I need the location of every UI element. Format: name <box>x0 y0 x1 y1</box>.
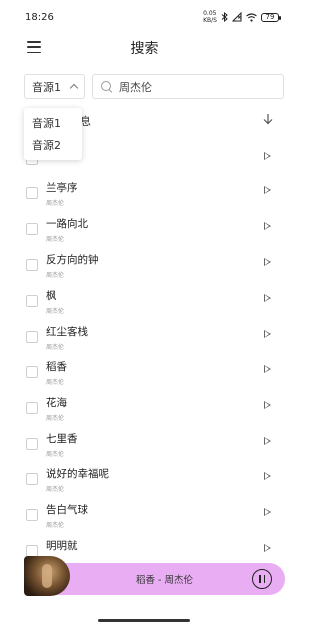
source-option-2[interactable]: 音源2 <box>24 135 82 157</box>
download-icon[interactable] <box>262 113 274 125</box>
play-icon[interactable] <box>264 472 271 480</box>
network-speed: 0.05 KB/S <box>203 10 217 24</box>
song-row[interactable]: 兰亭序 周杰伦 <box>0 180 289 214</box>
no-sim-icon <box>232 12 242 22</box>
song-row[interactable]: 告白气球 周杰伦 <box>0 502 289 536</box>
status-time: 18:26 <box>25 11 54 23</box>
song-title: 反方向的钟 <box>46 254 99 266</box>
play-icon[interactable] <box>264 330 271 338</box>
song-title: 一路向北 <box>46 218 88 230</box>
top-bar: 搜索 <box>0 34 289 60</box>
song-checkbox[interactable] <box>26 366 38 378</box>
play-icon[interactable] <box>264 222 271 230</box>
song-artist: 周杰伦 <box>46 308 65 315</box>
song-artist: 周杰伦 <box>46 200 65 207</box>
song-title: 告白气球 <box>46 504 88 516</box>
pause-icon <box>259 575 261 583</box>
song-title: 花海 <box>46 397 67 409</box>
network-speed-unit: KB/S <box>203 17 217 24</box>
wifi-icon <box>246 12 257 22</box>
home-indicator[interactable] <box>98 619 190 622</box>
song-artist: 周杰伦 <box>46 522 65 529</box>
source-option-1[interactable]: 音源1 <box>24 113 82 135</box>
song-title: 兰亭序 <box>46 182 78 194</box>
song-row[interactable]: 枫 周杰伦 <box>0 288 289 322</box>
status-bar: 18:26 0.05 KB/S 79 <box>0 0 289 34</box>
song-checkbox[interactable] <box>26 331 38 343</box>
play-icon[interactable] <box>264 401 271 409</box>
song-row[interactable]: 七里香 周杰伦 <box>0 431 289 465</box>
song-checkbox[interactable] <box>26 187 38 199</box>
network-speed-value: 0.05 <box>203 10 217 17</box>
play-icon[interactable] <box>264 152 271 160</box>
song-row[interactable]: 反方向的钟 周杰伦 <box>0 252 289 286</box>
song-artist: 周杰伦 <box>46 236 65 243</box>
song-checkbox[interactable] <box>26 473 38 485</box>
search-icon <box>101 80 113 93</box>
search-box[interactable] <box>92 74 284 99</box>
pause-button[interactable] <box>252 569 272 589</box>
song-title: 说好的幸福呢 <box>46 468 109 480</box>
play-icon[interactable] <box>264 508 271 516</box>
song-row[interactable]: 稻香 周杰伦 <box>0 359 289 393</box>
song-title: 枫 <box>46 290 57 302</box>
song-checkbox[interactable] <box>26 438 38 450</box>
source-dropdown-menu: 音源1 音源2 <box>24 108 82 160</box>
source-select-value: 音源1 <box>32 80 61 94</box>
song-artist: 周杰伦 <box>46 451 65 458</box>
search-input[interactable] <box>119 80 269 93</box>
play-icon[interactable] <box>264 544 271 552</box>
song-artist: 周杰伦 <box>46 379 65 386</box>
song-artist: 周杰伦 <box>46 272 65 279</box>
song-checkbox[interactable] <box>26 295 38 307</box>
chevron-up-icon <box>69 83 79 93</box>
play-icon[interactable] <box>264 294 271 302</box>
song-checkbox[interactable] <box>26 259 38 271</box>
play-icon[interactable] <box>264 365 271 373</box>
song-artist: 周杰伦 <box>46 486 65 493</box>
battery-icon: 79 <box>261 12 281 22</box>
song-artist: 周杰伦 <box>46 415 65 422</box>
song-checkbox[interactable] <box>26 402 38 414</box>
play-icon[interactable] <box>264 437 271 445</box>
song-row[interactable]: 一路向北 周杰伦 <box>0 216 289 250</box>
song-title: 明明就 <box>46 540 78 552</box>
song-checkbox[interactable] <box>26 223 38 235</box>
status-icons: 0.05 KB/S 79 <box>203 10 281 24</box>
song-row[interactable]: 说好的幸福呢 周杰伦 <box>0 466 289 500</box>
album-art[interactable] <box>24 556 70 596</box>
song-artist: 周杰伦 <box>46 344 65 351</box>
source-select[interactable]: 音源1 <box>24 74 85 99</box>
song-title: 七里香 <box>46 433 78 445</box>
song-row[interactable]: 花海 周杰伦 <box>0 395 289 429</box>
song-title: 红尘客栈 <box>46 326 88 338</box>
song-checkbox[interactable] <box>26 509 38 521</box>
page-title: 搜索 <box>130 41 159 57</box>
play-icon[interactable] <box>264 186 271 194</box>
song-row[interactable]: 红尘客栈 周杰伦 <box>0 324 289 358</box>
song-title: 稻香 <box>46 361 67 373</box>
play-icon[interactable] <box>264 258 271 266</box>
bluetooth-icon <box>221 12 228 22</box>
